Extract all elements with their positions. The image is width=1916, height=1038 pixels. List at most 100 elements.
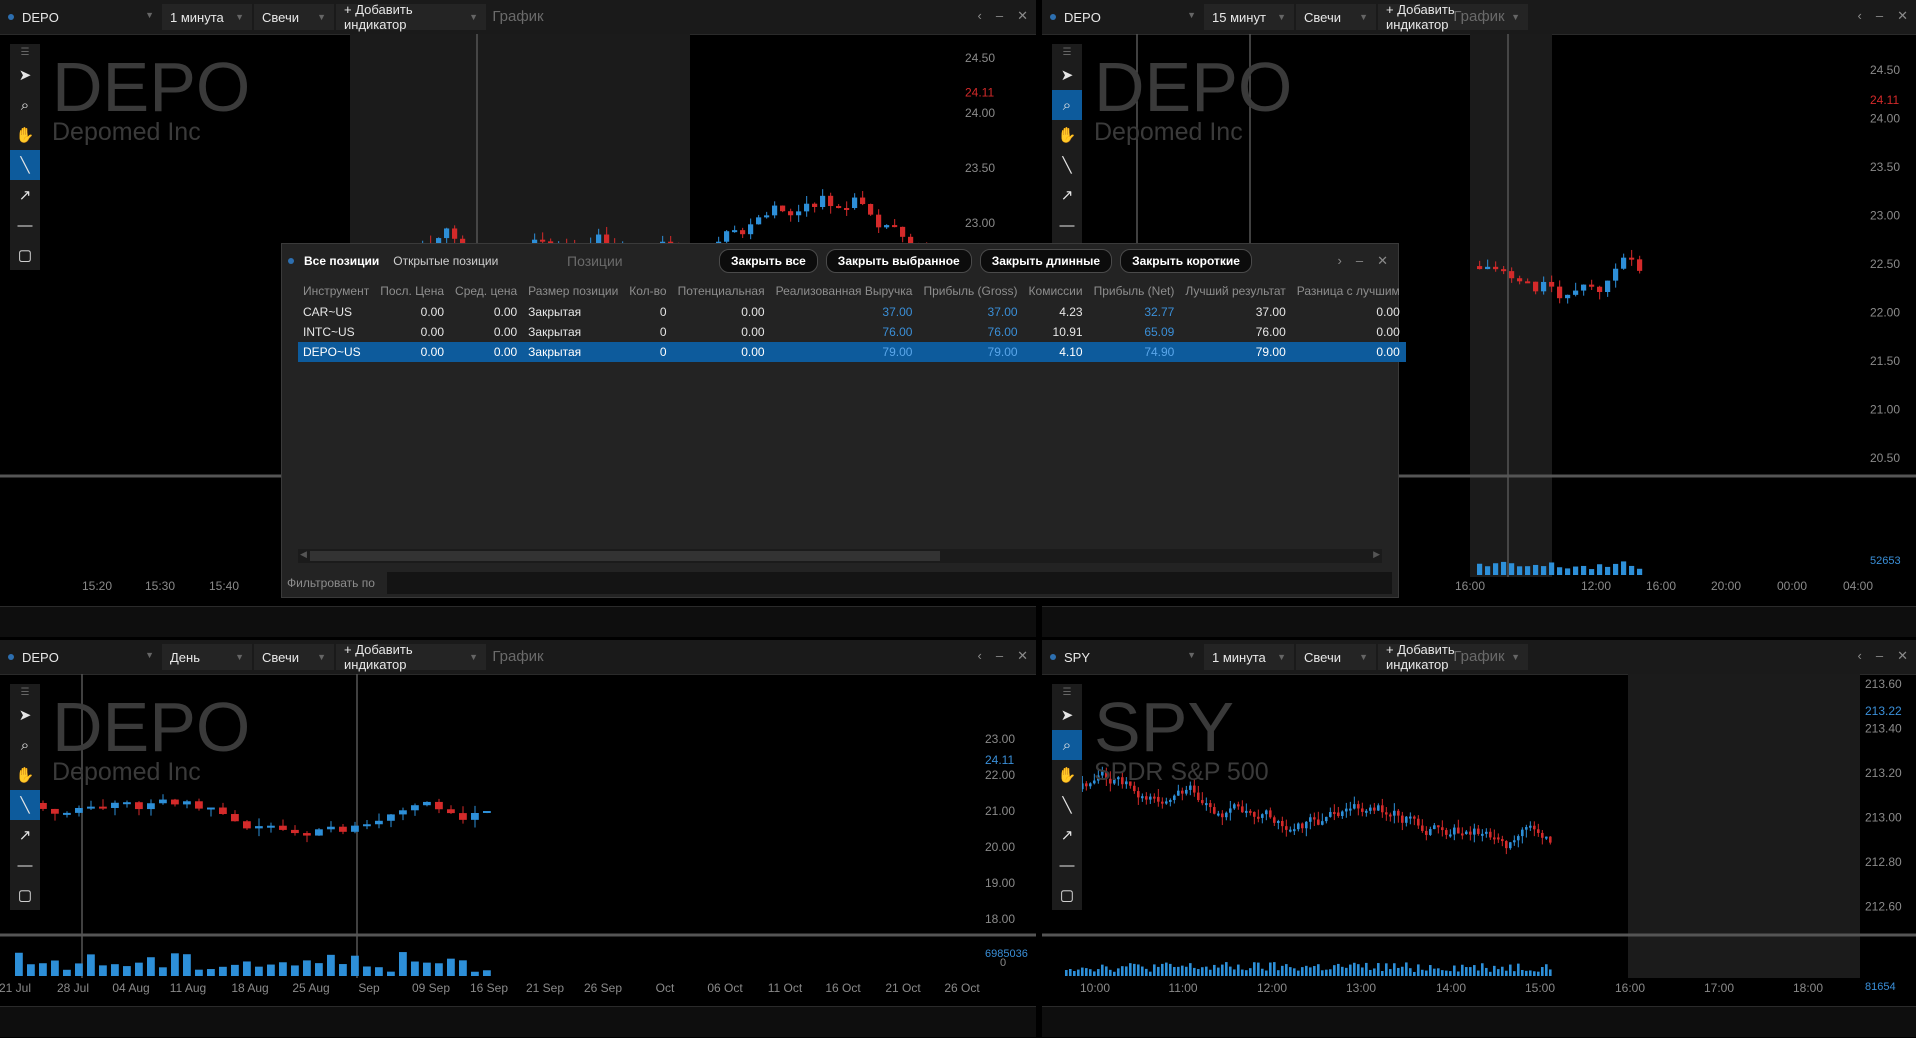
toolbar-grip-icon[interactable]: ☰ bbox=[10, 44, 40, 60]
minimize-icon[interactable]: – bbox=[996, 8, 1003, 24]
symbol-selector[interactable]: DEPO ▼ bbox=[1064, 10, 1204, 25]
zoom-tool-icon[interactable]: ⌕ bbox=[1052, 730, 1082, 760]
column-header[interactable]: Кол-во bbox=[624, 280, 672, 302]
rectangle-tool-icon[interactable]: ▢ bbox=[1052, 880, 1082, 910]
symbol-selector[interactable]: DEPO ▼ bbox=[22, 10, 162, 25]
column-header[interactable]: Разница с лучшим bbox=[1292, 280, 1406, 302]
horizontal-line-tool-icon[interactable]: — bbox=[10, 210, 40, 240]
rectangle-tool-icon[interactable]: ▢ bbox=[10, 240, 40, 270]
horizontal-line-tool-icon[interactable]: — bbox=[10, 850, 40, 880]
positions-window[interactable]: Все позиции Открытые позиции Позиции Зак… bbox=[281, 243, 1406, 598]
column-header[interactable]: Прибыль (Net) bbox=[1089, 280, 1181, 302]
column-header[interactable]: Реализованная Выручка bbox=[771, 280, 919, 302]
hand-tool-icon[interactable]: ✋ bbox=[10, 120, 40, 150]
column-header[interactable]: Комиссии bbox=[1024, 280, 1089, 302]
scroll-left-icon[interactable]: ◀ bbox=[300, 549, 307, 560]
symbol-selector[interactable]: DEPO ▼ bbox=[22, 650, 162, 665]
hand-tool-icon[interactable]: ✋ bbox=[1052, 760, 1082, 790]
column-header[interactable]: Потенциальная bbox=[673, 280, 771, 302]
table-row[interactable]: INTC~US 0.00 0.00 Закрытая 0 0.00 76.00 76.00 10… bbox=[298, 322, 1406, 342]
line-tool-icon[interactable]: ╲ bbox=[1052, 150, 1082, 180]
close-icon[interactable]: ✕ bbox=[1017, 8, 1028, 24]
zoom-tool-icon[interactable]: ⌕ bbox=[10, 90, 40, 120]
add-indicator-button[interactable]: + Добавить индикатор ▼ bbox=[1378, 642, 1528, 672]
close-icon[interactable]: ✕ bbox=[1377, 253, 1388, 269]
column-header[interactable]: Сред. цена bbox=[450, 280, 523, 302]
line-tool-icon[interactable]: ╲ bbox=[10, 790, 40, 820]
symbol-selector[interactable]: SPY ▼ bbox=[1064, 650, 1204, 665]
table-row[interactable]: CAR~US 0.00 0.00 Закрытая 0 0.00 37.00 37.00 4.2… bbox=[298, 302, 1406, 322]
add-indicator-button[interactable]: + Добавить индикатор ▼ bbox=[336, 2, 486, 32]
horizontal-scrollbar[interactable]: ◀ ▶ bbox=[298, 549, 1382, 563]
toolbar-grip-icon[interactable]: ☰ bbox=[10, 684, 40, 700]
chevron-left-icon[interactable]: ‹ bbox=[1858, 648, 1862, 664]
minimize-icon[interactable]: – bbox=[996, 648, 1003, 664]
chart-panel-4[interactable]: SPY ▼ 1 минута ▼ Свечи ▼ + Добавить индикат… bbox=[1042, 640, 1916, 1038]
tab-all-positions[interactable]: Все позиции bbox=[304, 254, 379, 268]
timeframe-selector[interactable]: 1 минута ▼ bbox=[162, 4, 252, 30]
toolbar-grip-icon[interactable]: ☰ bbox=[1052, 684, 1082, 700]
hand-tool-icon[interactable]: ✋ bbox=[10, 760, 40, 790]
tab-open-positions[interactable]: Открытые позиции bbox=[393, 254, 498, 268]
chevron-left-icon[interactable]: ‹ bbox=[978, 648, 982, 664]
scrollbar-thumb[interactable] bbox=[310, 551, 940, 561]
close-selected-button[interactable]: Закрыть выбранное bbox=[825, 248, 972, 273]
chart-navigator[interactable] bbox=[1042, 606, 1916, 637]
volume-bar bbox=[1093, 971, 1096, 976]
chevron-left-icon[interactable]: ‹ bbox=[978, 8, 982, 24]
column-header[interactable]: Размер позиции bbox=[523, 280, 624, 302]
close-all-button[interactable]: Закрыть все bbox=[719, 248, 818, 273]
minimize-icon[interactable]: – bbox=[1876, 8, 1883, 24]
minimize-icon[interactable]: – bbox=[1356, 253, 1363, 269]
chart-navigator[interactable] bbox=[1042, 1006, 1916, 1037]
zoom-tool-icon[interactable]: ⌕ bbox=[1052, 90, 1082, 120]
arrow-tool-icon[interactable]: ↗ bbox=[10, 180, 40, 210]
column-header[interactable]: Прибыль (Gross) bbox=[918, 280, 1023, 302]
timeframe-selector[interactable]: 15 минут ▼ bbox=[1204, 4, 1294, 30]
chart-panel-3[interactable]: DEPO ▼ День ▼ Свечи ▼ + Добавить индикатор ▼… bbox=[0, 640, 1036, 1038]
close-short-button[interactable]: Закрыть короткие bbox=[1120, 248, 1252, 273]
chart-style-selector[interactable]: Свечи ▼ bbox=[1296, 644, 1376, 670]
pointer-tool-icon[interactable]: ➤ bbox=[10, 60, 40, 90]
add-indicator-button[interactable]: + Добавить индикатор ▼ bbox=[336, 642, 486, 672]
chevron-left-icon[interactable]: ‹ bbox=[1858, 8, 1862, 24]
volume-bar bbox=[291, 965, 299, 976]
pointer-tool-icon[interactable]: ➤ bbox=[1052, 700, 1082, 730]
close-icon[interactable]: ✕ bbox=[1897, 648, 1908, 664]
timeframe-selector[interactable]: День ▼ bbox=[162, 644, 252, 670]
pointer-tool-icon[interactable]: ➤ bbox=[1052, 60, 1082, 90]
close-icon[interactable]: ✕ bbox=[1897, 8, 1908, 24]
filter-input[interactable] bbox=[387, 572, 1392, 594]
toolbar-grip-icon[interactable]: ☰ bbox=[1052, 44, 1082, 60]
volume-bar bbox=[1361, 967, 1364, 976]
chart-navigator[interactable] bbox=[0, 606, 1036, 637]
column-header[interactable]: Лучший результат bbox=[1180, 280, 1291, 302]
chart-navigator[interactable] bbox=[0, 1006, 1036, 1037]
volume-bar bbox=[1457, 971, 1460, 976]
line-tool-icon[interactable]: ╲ bbox=[1052, 790, 1082, 820]
arrow-tool-icon[interactable]: ↗ bbox=[1052, 820, 1082, 850]
chart-style-selector[interactable]: Свечи ▼ bbox=[1296, 4, 1376, 30]
add-indicator-button[interactable]: + Добавить индикатор ▼ bbox=[1378, 2, 1528, 32]
hand-tool-icon[interactable]: ✋ bbox=[1052, 120, 1082, 150]
table-row[interactable]: DEPO~US 0.00 0.00 Закрытая 0 0.00 79.00 79.00 4.… bbox=[298, 342, 1406, 362]
column-header[interactable]: Посл. Цена bbox=[375, 280, 450, 302]
close-long-button[interactable]: Закрыть длинные bbox=[979, 248, 1113, 273]
chart-style-selector[interactable]: Свечи ▼ bbox=[254, 4, 334, 30]
close-icon[interactable]: ✕ bbox=[1017, 648, 1028, 664]
horizontal-line-tool-icon[interactable]: — bbox=[1052, 210, 1082, 240]
column-header[interactable]: Инструмент bbox=[298, 280, 375, 302]
minimize-icon[interactable]: – bbox=[1876, 648, 1883, 664]
zoom-tool-icon[interactable]: ⌕ bbox=[10, 730, 40, 760]
chevron-right-icon[interactable]: › bbox=[1338, 253, 1342, 269]
rectangle-tool-icon[interactable]: ▢ bbox=[10, 880, 40, 910]
timeframe-selector[interactable]: 1 минута ▼ bbox=[1204, 644, 1294, 670]
arrow-tool-icon[interactable]: ↗ bbox=[1052, 180, 1082, 210]
arrow-tool-icon[interactable]: ↗ bbox=[10, 820, 40, 850]
scroll-right-icon[interactable]: ▶ bbox=[1373, 549, 1380, 560]
horizontal-line-tool-icon[interactable]: — bbox=[1052, 850, 1082, 880]
candle-body bbox=[1149, 796, 1152, 800]
chart-style-selector[interactable]: Свечи ▼ bbox=[254, 644, 334, 670]
line-tool-icon[interactable]: ╲ bbox=[10, 150, 40, 180]
pointer-tool-icon[interactable]: ➤ bbox=[10, 700, 40, 730]
